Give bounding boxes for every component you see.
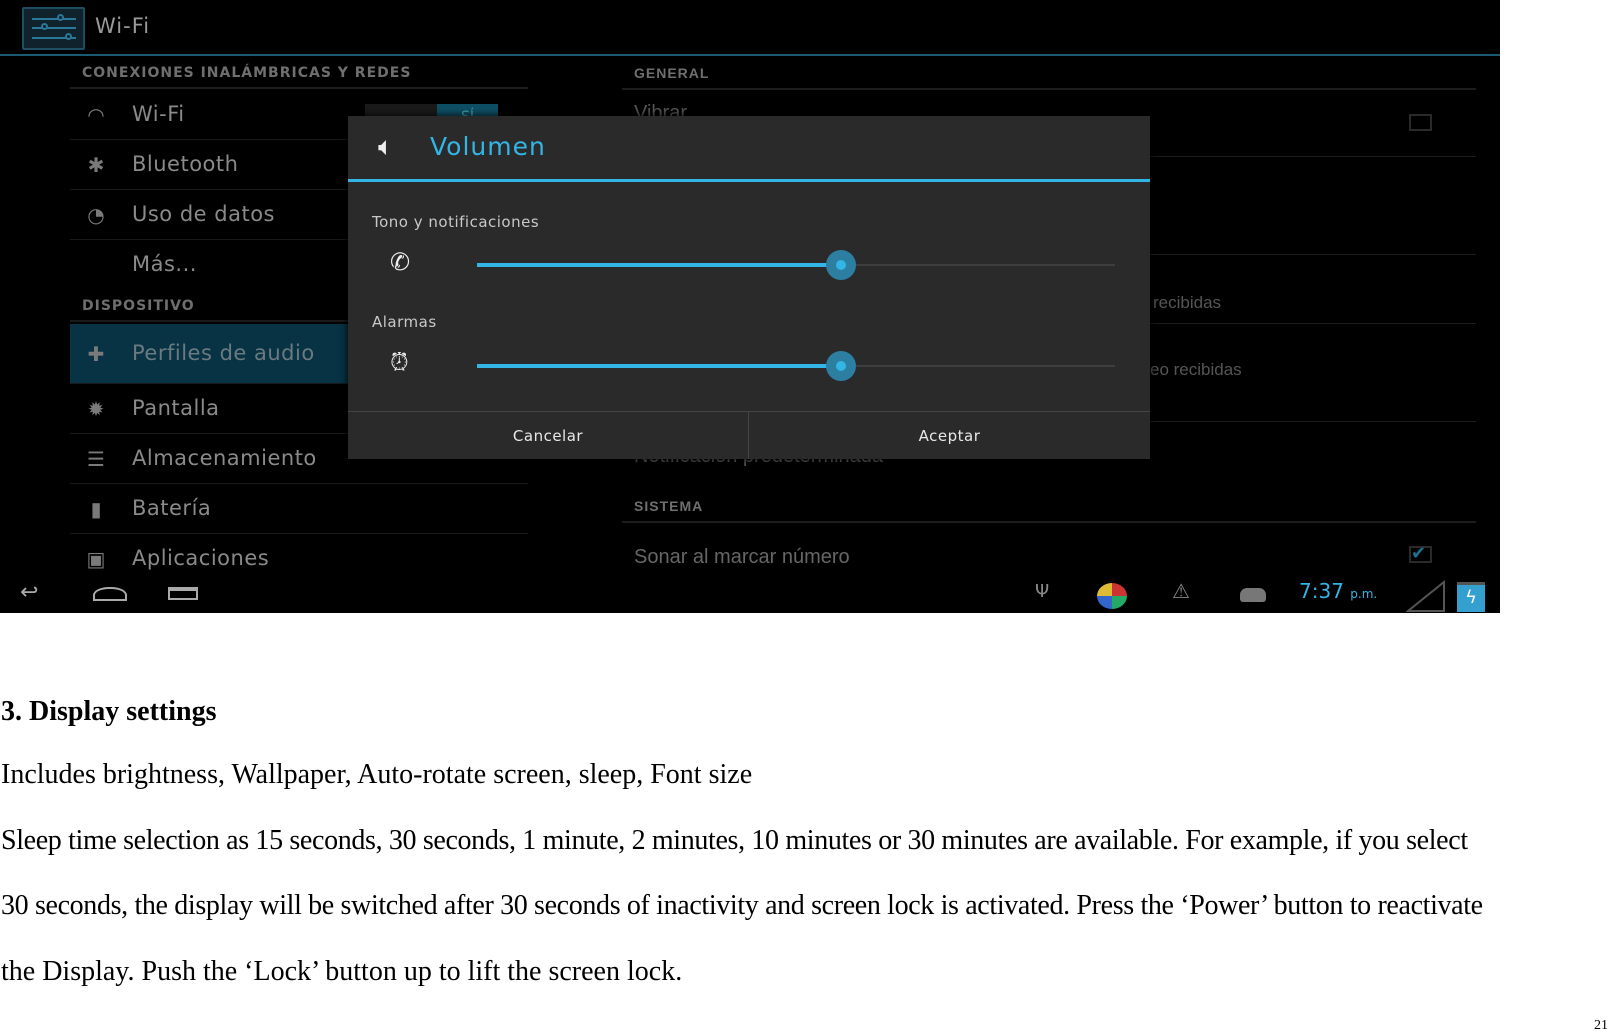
slider-fill bbox=[477, 263, 841, 267]
clock-time: 7:37 bbox=[1299, 579, 1344, 603]
alarm-clock-icon: ⏰︎ bbox=[390, 348, 409, 376]
ringtone-volume-label: Tono y notificaciones bbox=[372, 213, 540, 231]
alarm-volume-label: Alarmas bbox=[372, 313, 437, 331]
sidebar-item-battery[interactable]: ▮ Batería bbox=[70, 484, 528, 534]
video-call-summary: eo recibidas bbox=[1150, 360, 1242, 379]
sidebar-item-label: Aplicaciones bbox=[132, 546, 270, 570]
section-header-wireless: CONEXIONES INALÁMBRICAS Y REDES bbox=[82, 65, 412, 81]
page-number: 21 bbox=[1594, 1018, 1608, 1033]
divider bbox=[70, 87, 528, 89]
cancel-button[interactable]: Cancelar bbox=[348, 411, 749, 459]
ringtone-volume-slider[interactable] bbox=[477, 250, 1115, 280]
back-icon[interactable]: ↩ bbox=[20, 580, 38, 605]
brightness-icon: ✹ bbox=[87, 397, 105, 421]
warning-icon[interactable]: ⚠ bbox=[1172, 579, 1190, 603]
home-icon[interactable] bbox=[93, 587, 127, 601]
clock-ampm: p.m. bbox=[1350, 587, 1378, 601]
android-screenshot: Wi-Fi CONEXIONES INALÁMBRICAS Y REDES ◠ … bbox=[0, 0, 1500, 613]
wifi-icon: ◠ bbox=[87, 103, 105, 127]
slider-fill bbox=[477, 364, 841, 368]
dialog-header: 🔈︎ Volumen bbox=[348, 116, 1150, 182]
sidebar-item-label: Bluetooth bbox=[132, 152, 239, 176]
accept-button[interactable]: Aceptar bbox=[749, 411, 1150, 459]
system-navbar: ↩ Ψ ⚠ 7:37 p.m. ϟ bbox=[0, 578, 1500, 613]
section-heading: 3. Display settings bbox=[1, 696, 217, 727]
settings-sliders-icon[interactable] bbox=[22, 7, 85, 50]
battery-charging-icon: ϟ bbox=[1457, 582, 1485, 612]
action-bar: Wi-Fi bbox=[0, 0, 1500, 56]
sidebar-item-label: Perfiles de audio bbox=[132, 341, 315, 365]
dial-tone-setting[interactable]: Sonar al marcar número bbox=[634, 546, 850, 569]
slider-thumb[interactable] bbox=[825, 351, 856, 381]
divider bbox=[622, 88, 1476, 90]
battery-icon: ▮ bbox=[90, 497, 102, 521]
android-debug-icon[interactable] bbox=[1240, 588, 1266, 602]
sidebar-item-label: Almacenamiento bbox=[132, 446, 317, 470]
sidebar-item-label: Batería bbox=[132, 496, 212, 520]
storage-icon: ☰ bbox=[87, 447, 105, 471]
paragraph-line: Sleep time selection as 15 seconds, 30 s… bbox=[1, 825, 1468, 856]
paragraph-line: the Display. Push the ‘Lock’ button up t… bbox=[1, 956, 683, 987]
paragraph-line: 30 seconds, the display will be switched… bbox=[1, 890, 1483, 921]
slider-thumb[interactable] bbox=[825, 250, 856, 280]
data-usage-icon: ◔ bbox=[87, 203, 105, 227]
section-header-general: GENERAL bbox=[634, 65, 710, 81]
usb-icon: Ψ bbox=[1035, 581, 1050, 602]
app-notification-icon[interactable] bbox=[1097, 583, 1127, 609]
sidebar-item-label: Wi-Fi bbox=[132, 102, 185, 126]
ringtone-summary: recibidas bbox=[1153, 293, 1222, 312]
recent-apps-icon[interactable] bbox=[168, 587, 198, 600]
apps-icon: ▣ bbox=[86, 547, 106, 571]
phone-ring-icon: ✆ bbox=[390, 248, 411, 276]
signal-icon bbox=[1406, 580, 1445, 612]
vibrate-checkbox[interactable] bbox=[1409, 114, 1432, 131]
sidebar-item-label: Pantalla bbox=[132, 396, 220, 420]
sidebar-item-label: Más... bbox=[132, 252, 197, 276]
volume-dialog: 🔈︎ Volumen Tono y notificaciones ✆ Alarm… bbox=[348, 116, 1150, 459]
sidebar-item-label: Uso de datos bbox=[132, 202, 275, 226]
dialog-title: Volumen bbox=[430, 132, 546, 161]
alarm-volume-slider[interactable] bbox=[477, 351, 1115, 381]
section-header-device: DISPOSITIVO bbox=[82, 298, 195, 314]
clock: 7:37 p.m. bbox=[1299, 579, 1377, 603]
section-header-system: SISTEMA bbox=[634, 498, 704, 514]
dial-tone-checkbox[interactable]: ✔ bbox=[1409, 545, 1432, 563]
bluetooth-icon: ✱ bbox=[87, 153, 105, 177]
paragraph-line: Includes brightness, Wallpaper, Auto-rot… bbox=[1, 759, 753, 790]
audio-profiles-icon: ✚ bbox=[87, 342, 105, 366]
speaker-icon: 🔈︎ bbox=[378, 132, 394, 162]
divider bbox=[622, 521, 1476, 523]
screen-title: Wi-Fi bbox=[95, 14, 151, 38]
sidebar-item-apps[interactable]: ▣ Aplicaciones bbox=[70, 534, 528, 584]
